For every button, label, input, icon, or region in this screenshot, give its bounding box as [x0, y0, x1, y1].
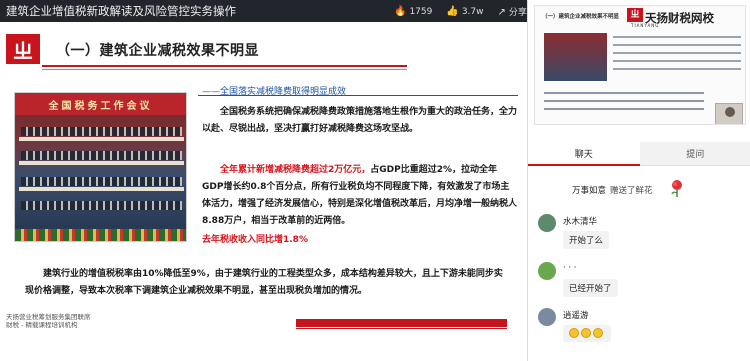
heading-underline — [42, 65, 407, 67]
preview-text-lines — [613, 36, 741, 76]
fire-icon: 🔥 — [394, 5, 407, 17]
tab-questions[interactable]: 提问 — [639, 142, 750, 166]
thumbs-emoji-icon — [581, 328, 591, 338]
likes-counter[interactable]: 👍 3.7w — [446, 6, 483, 17]
paragraph-4: 建筑行业的增值税税率由10%降低至9%，由于建筑行业的工程类型众多，成本结构差异… — [25, 269, 503, 296]
avatar[interactable] — [538, 308, 556, 326]
slide-preview[interactable]: （一）建筑企业减税效果不明显 ㄓ 天扬财税网校 TIANYANG — [534, 5, 746, 125]
brand-logo: ㄓ — [6, 34, 40, 64]
presenter-camera — [715, 103, 743, 124]
chat-bubble: 开始了么 — [563, 231, 610, 249]
preview-bottom-lines — [544, 92, 704, 116]
share-icon[interactable]: ↗ — [498, 7, 506, 18]
heading-underline-thin — [42, 69, 407, 70]
photo-flowers — [15, 229, 186, 241]
chat-username: 逍遥游 — [563, 311, 589, 321]
photo-banner: 全国税务工作会议 — [15, 93, 186, 115]
thumbs-emoji-icon — [593, 328, 603, 338]
gift-notice: 万事如意 赠送了鲜花 — [572, 186, 653, 196]
paragraph-2-highlight: 全年累计新增减税降费超过2万亿元， — [220, 165, 371, 175]
paragraph-2: 全年累计新增减税降费超过2万亿元，占GDP比重超过2%，拉动全年GDP增长约0.… — [202, 162, 517, 230]
preview-logo: ㄓ — [627, 8, 643, 22]
chat-username: · · · — [563, 263, 577, 273]
photo-desk — [19, 161, 184, 165]
photo-row — [21, 151, 182, 160]
chat-username: 水木清华 — [563, 217, 598, 227]
avatar[interactable] — [538, 214, 556, 232]
course-title: 建筑企业增值税新政解读及风险管控实务操作 — [6, 4, 236, 18]
rose-icon — [671, 180, 682, 197]
thumbs-up-icon[interactable]: 👍 — [446, 6, 458, 17]
photo-desk — [19, 137, 184, 141]
chat-bubble: 已经开始了 — [563, 279, 618, 297]
preview-photo — [544, 33, 607, 81]
paragraph-3: 去年税收收入同比增1.8% — [202, 235, 308, 245]
chat-bubble — [563, 325, 611, 342]
footer-bar-thin — [296, 328, 507, 329]
paragraph-1: 全国税务系统把确保减税降费政策措施落地生根作为重大的政治任务，全力以赴、尽锐出战… — [202, 107, 518, 134]
footer-bar — [296, 319, 507, 327]
avatar[interactable] — [538, 262, 556, 280]
chat-list[interactable]: 万事如意 赠送了鲜花 水木清华 开始了么 · · · 已经开始了 逍遥游 — [528, 170, 750, 361]
sub-heading: ——全国落实减税降费取得明显成效 — [197, 84, 519, 97]
conference-photo: 全国税务工作会议 — [14, 92, 187, 242]
stats-bar: 🔥 1759 👍 3.7w ↗ 分享 — [394, 0, 527, 22]
photo-desk — [19, 187, 184, 191]
photo-row — [21, 201, 182, 210]
presentation-slide: ㄓ （一）建筑企业减税效果不明显 全国税务工作会议 ——全国落实减税降费取得明显… — [0, 22, 527, 361]
side-panel: （一）建筑企业减税效果不明显 ㄓ 天扬财税网校 TIANYANG 聊天 提问 万… — [527, 0, 750, 361]
preview-brand-sub: TIANYANG — [631, 23, 660, 28]
thumbs-emoji-icon — [569, 328, 579, 338]
photo-row — [21, 127, 182, 136]
tab-chat[interactable]: 聊天 — [528, 142, 640, 166]
chat-tabs: 聊天 提问 — [528, 142, 750, 166]
slide-heading: （一）建筑企业减税效果不明显 — [56, 43, 259, 59]
preview-title: （一）建筑企业减税效果不明显 — [542, 14, 620, 20]
slide-footer-text: 天扬营业税筹划服务集团联席 财税 - 精载课程培训机构 — [6, 313, 91, 329]
views-counter: 🔥 1759 — [394, 5, 433, 17]
share-button[interactable]: ↗ 分享 — [498, 5, 527, 18]
slide-header: ㄓ （一）建筑企业减税效果不明显 — [0, 34, 527, 70]
photo-row — [21, 177, 182, 186]
